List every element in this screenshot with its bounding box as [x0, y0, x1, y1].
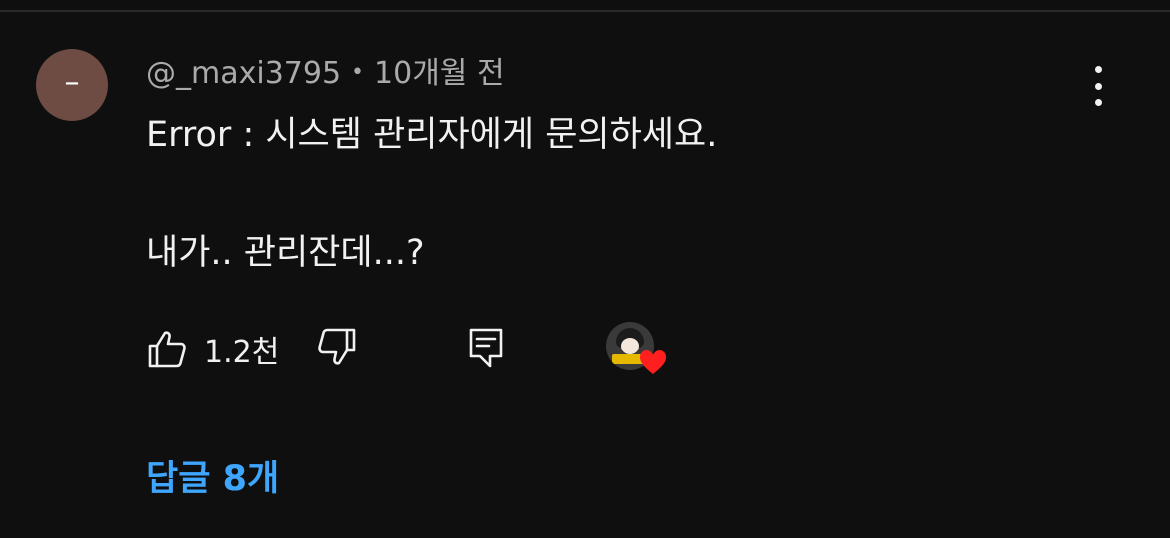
like-count: 1.2천	[204, 335, 280, 370]
top-divider	[0, 10, 1170, 12]
author-avatar[interactable]: –	[36, 49, 108, 121]
author-handle[interactable]: @_maxi3795	[146, 56, 341, 91]
comment-text-line: 내가.. 관리잔데...?	[146, 233, 425, 273]
comment-page: – @_maxi3795 • 10개월 전 Error : 시스템 관리자에게 문의…	[0, 0, 1170, 538]
header-separator: •	[351, 60, 365, 85]
thumbs-up-icon[interactable]	[146, 328, 188, 370]
comment-header: @_maxi3795 • 10개월 전	[146, 48, 505, 92]
creator-heart-badge	[606, 322, 672, 382]
comment-text-line: Error : 시스템 관리자에게 문의하세요.	[146, 115, 718, 155]
avatar-letter: –	[64, 64, 80, 100]
comment-time[interactable]: 10개월 전	[374, 56, 505, 91]
view-replies-link[interactable]: 답글 8개	[146, 450, 279, 501]
heart-icon	[640, 350, 666, 374]
thumbs-down-icon[interactable]	[316, 326, 358, 368]
reply-comment-icon[interactable]	[468, 326, 504, 368]
more-vertical-icon[interactable]	[1084, 66, 1112, 106]
